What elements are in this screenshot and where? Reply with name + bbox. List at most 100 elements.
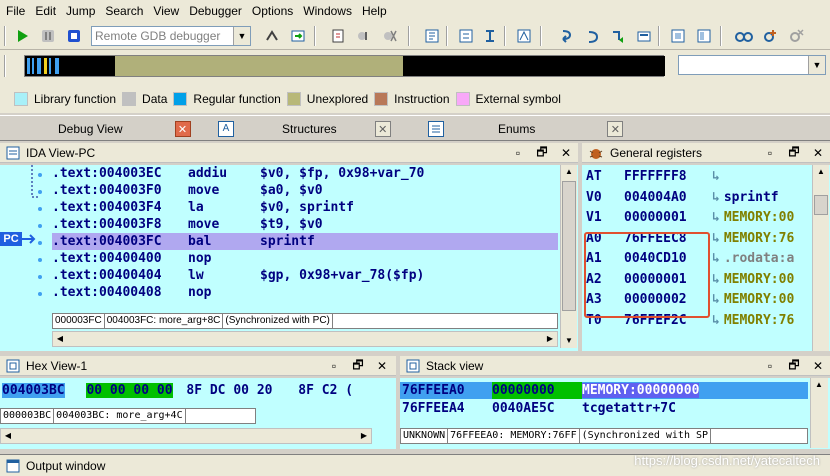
register-value: 004004A0 [624, 189, 687, 205]
stack-row[interactable]: 76FFEEA0 00000000 MEMORY:00000000 [400, 382, 808, 399]
hex-view-icon [6, 359, 20, 372]
step-into-icon[interactable] [328, 26, 348, 46]
hex-view-body[interactable]: 004003BC 00 00 00 00 8F DC 00 20 8F C2 (… [0, 378, 396, 449]
tab-enums[interactable]: Enums ✕ [428, 118, 624, 140]
tab-structures[interactable]: A Structures ✕ [218, 118, 391, 140]
start-process-icon[interactable] [12, 26, 32, 46]
code-line[interactable]: .text:00400408 nop [52, 284, 260, 301]
code-line[interactable]: .text:00400400 nop [52, 250, 260, 267]
restore-icon[interactable]: 🗗 [534, 145, 550, 161]
stack-row[interactable]: 76FFEEA4 0040AE5C tcgetattr+7C [400, 400, 808, 417]
jump-arrow-icon[interactable]: ↳ [712, 231, 720, 246]
trace-icon[interactable] [456, 26, 476, 46]
navigation-band[interactable] [24, 55, 665, 77]
scroll-right-icon[interactable]: ▶ [543, 332, 557, 346]
code-line[interactable]: .text:004003F0 move $a0, $v0 [52, 182, 323, 199]
add-breakpoint-icon[interactable] [760, 26, 780, 46]
run-to-cursor-icon[interactable] [288, 26, 308, 46]
scroll-up-icon[interactable]: ▲ [561, 165, 577, 179]
minimize-icon[interactable]: ▫ [762, 358, 778, 374]
chevron-down-icon[interactable]: ▼ [233, 27, 250, 45]
minimize-icon[interactable]: ▫ [762, 145, 778, 161]
step-until-return-icon[interactable] [422, 26, 442, 46]
vertical-scrollbar[interactable]: ▲ ▼ [560, 165, 577, 348]
address-combo[interactable]: ▼ [678, 55, 826, 75]
scroll-left-icon[interactable]: ◀ [1, 429, 15, 443]
menu-debugger[interactable]: Debugger [185, 1, 248, 21]
register-row[interactable]: V0 004004A0 ↳ sprintf [586, 188, 779, 209]
menu-windows[interactable]: Windows [299, 1, 358, 21]
minimize-icon[interactable]: ▫ [326, 358, 342, 374]
code-line[interactable]: .text:004003F4 la $v0, sprintf [52, 199, 354, 216]
jump-arrow-icon[interactable]: ↳ [712, 190, 720, 205]
attach-icon[interactable] [262, 26, 282, 46]
scroll-right-icon[interactable]: ▶ [357, 429, 371, 443]
code-mnemonic: move [188, 183, 220, 198]
tab-debug-view[interactable]: Debug View ✕ [58, 118, 191, 140]
stack-view-body[interactable]: 76FFEEA0 00000000 MEMORY:00000000 76FFEEA4 0… [400, 378, 830, 449]
step-over-icon[interactable] [354, 26, 374, 46]
scroll-left-icon[interactable]: ◀ [53, 332, 67, 346]
close-icon[interactable]: ✕ [374, 358, 390, 374]
jump-arrow-icon[interactable]: ↳ [712, 210, 720, 225]
show-window-icon[interactable] [668, 26, 688, 46]
delete-breakpoint-icon[interactable] [786, 26, 806, 46]
run-until-return-icon[interactable] [608, 26, 628, 46]
code-line-current[interactable]: .text:004003FC bal sprintf [52, 233, 558, 250]
registers-body[interactable]: AT FFFFFFF8 ↳ V0 004004A0 ↳ sprintf V1 00000001 ↳… [582, 165, 830, 351]
menu-jump[interactable]: Jump [62, 1, 101, 21]
function-trace-icon[interactable] [480, 26, 500, 46]
close-icon[interactable]: ✕ [810, 145, 826, 161]
menu-options[interactable]: Options [248, 1, 299, 21]
scroll-up-icon[interactable]: ▲ [813, 165, 829, 179]
watch-icon[interactable] [734, 26, 754, 46]
vertical-scrollbar[interactable]: ▲ [812, 165, 829, 351]
menu-help[interactable]: Help [358, 1, 393, 21]
show-window-alt-icon[interactable] [694, 26, 714, 46]
scroll-up-icon[interactable]: ▲ [811, 378, 827, 392]
terminate-process-icon[interactable] [64, 26, 84, 46]
step-into-source-icon[interactable] [556, 26, 576, 46]
jump-arrow-icon[interactable]: ↳ [712, 251, 720, 266]
register-row[interactable]: AT FFFFFFF8 ↳ [586, 167, 724, 188]
code-line[interactable]: .text:00400404 lw $gp, 0x98+var_78($fp) [52, 267, 424, 284]
pause-process-icon[interactable] [38, 26, 58, 46]
basic-block-trace-icon[interactable] [514, 26, 534, 46]
close-icon[interactable]: ✕ [558, 145, 574, 161]
vertical-scrollbar[interactable]: ▲ [810, 378, 828, 448]
scroll-thumb[interactable] [814, 195, 828, 215]
horizontal-scrollbar[interactable]: ◀ ▶ [0, 428, 372, 444]
close-icon[interactable]: ✕ [374, 121, 391, 137]
toolbar-grip[interactable] [4, 26, 6, 46]
ida-view-body[interactable]: PC .text:004003EC addiu $v0, $fp, 0x98+var… [0, 165, 578, 351]
toolbar-separator [408, 26, 410, 46]
restore-icon[interactable]: 🗗 [786, 145, 802, 161]
minimize-icon[interactable]: ▫ [510, 145, 526, 161]
debugger-select[interactable]: Remote GDB debugger ▼ [91, 26, 251, 46]
restore-icon[interactable]: 🗗 [786, 358, 802, 374]
menu-edit[interactable]: Edit [31, 1, 62, 21]
close-icon[interactable]: ✕ [810, 358, 826, 374]
hex-row[interactable]: 004003BC 00 00 00 00 8F DC 00 20 8F C2 ( [2, 382, 353, 399]
jump-arrow-icon[interactable]: ↳ [712, 313, 720, 328]
code-line[interactable]: .text:004003F8 move $t9, $v0 [52, 216, 323, 233]
close-icon[interactable]: ✕ [174, 121, 191, 137]
chevron-down-icon[interactable]: ▼ [808, 56, 825, 74]
menu-search[interactable]: Search [101, 1, 149, 21]
scroll-down-icon[interactable]: ▼ [561, 334, 577, 348]
close-icon[interactable]: ✕ [607, 121, 624, 137]
horizontal-scrollbar[interactable]: ◀ ▶ [52, 331, 558, 347]
toolbar-grip[interactable] [4, 55, 6, 77]
menu-view[interactable]: View [149, 1, 185, 21]
jump-arrow-icon[interactable]: ↳ [712, 272, 720, 287]
scroll-thumb[interactable] [562, 181, 576, 311]
code-line[interactable]: .text:004003EC addiu $v0, $fp, 0x98+var_70 [52, 165, 424, 182]
breakpoint-disable-icon[interactable] [380, 26, 400, 46]
restore-icon[interactable]: 🗗 [350, 358, 366, 374]
step-over-source-icon[interactable] [582, 26, 602, 46]
menu-file[interactable]: File [2, 1, 31, 21]
register-row[interactable]: V1 00000001 ↳ MEMORY:00 [586, 208, 794, 229]
jump-arrow-icon[interactable]: ↳ [712, 292, 720, 307]
run-to-cursor-alt-icon[interactable] [634, 26, 654, 46]
jump-arrow-icon[interactable]: ↳ [712, 169, 720, 184]
